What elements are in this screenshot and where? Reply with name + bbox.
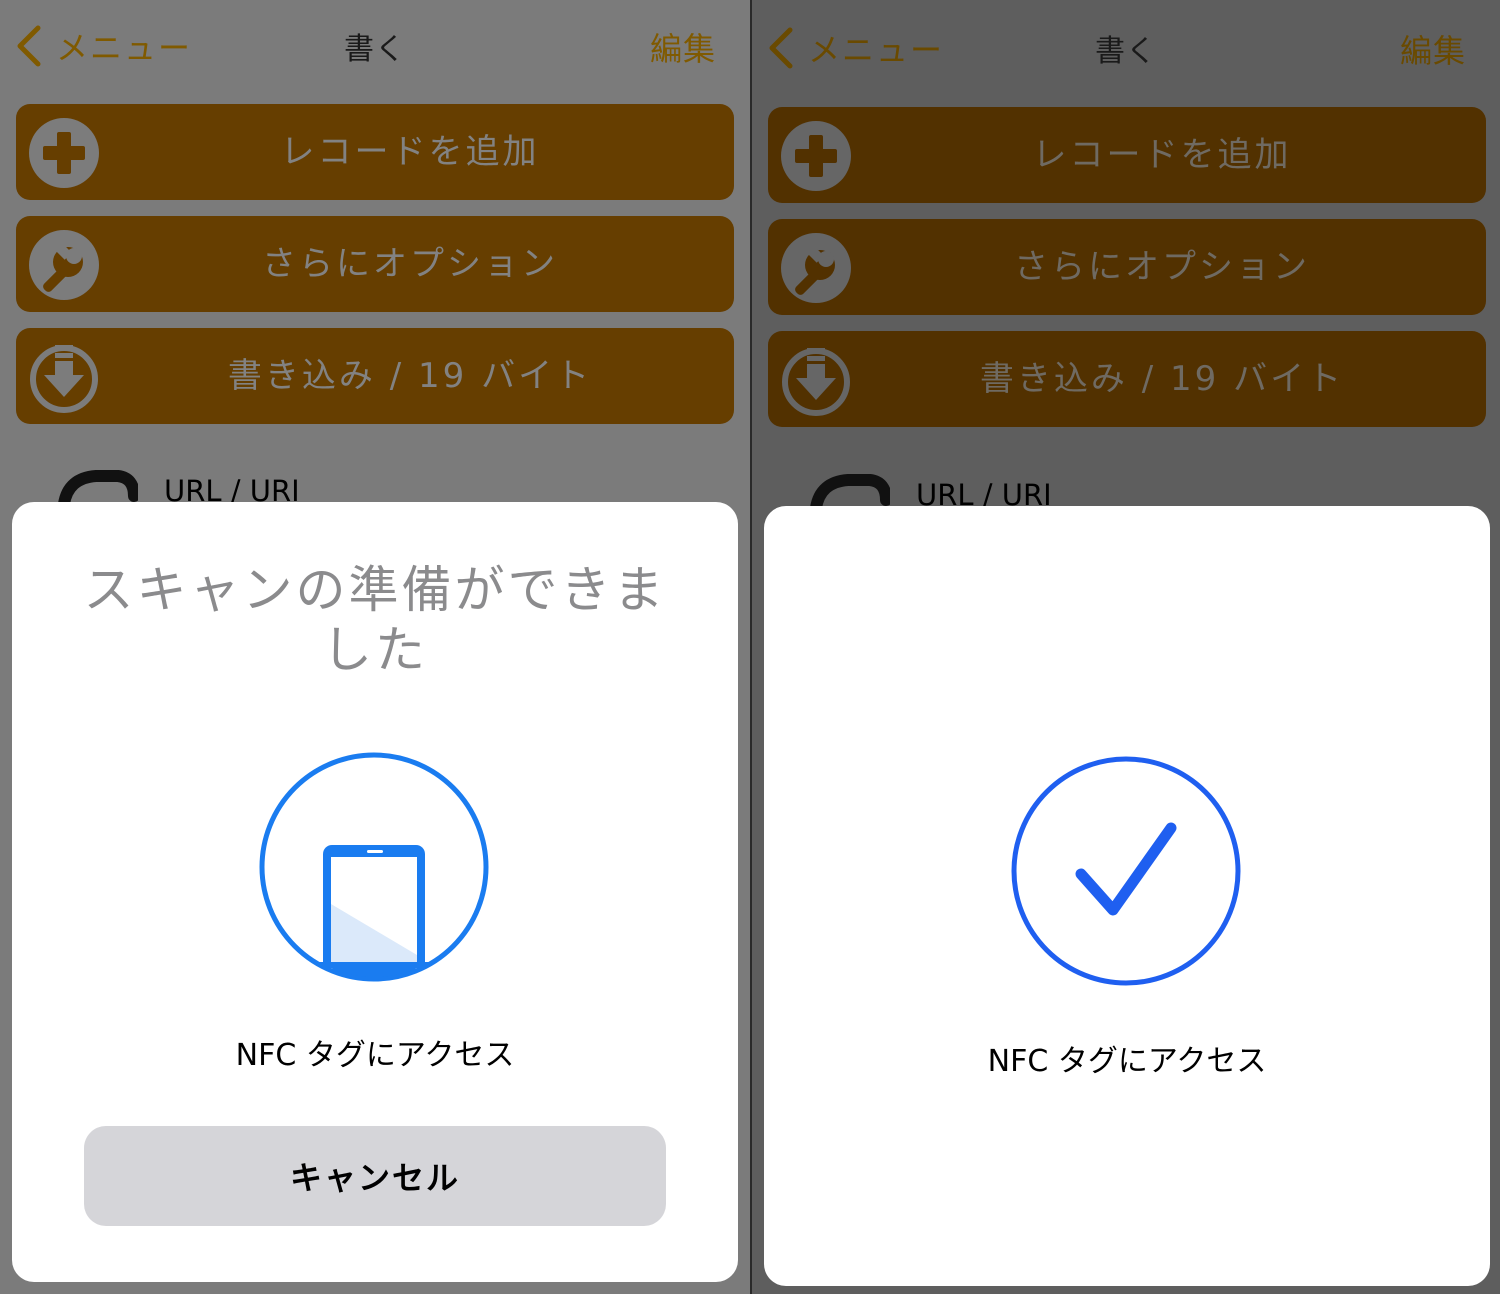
nfc-message: NFC タグにアクセス <box>987 1044 1267 1079</box>
phone-scan-icon <box>259 752 489 982</box>
add-record-button[interactable]: レコードを追加 <box>768 107 1486 203</box>
nfc-scan-sheet: スキャンの準備ができました NFC タグにアクセス キャンセル <box>12 502 738 1282</box>
edit-button[interactable]: 編集 <box>650 24 716 70</box>
more-options-button[interactable]: さらにオプション <box>16 216 734 312</box>
nfc-message: NFC タグにアクセス <box>235 1038 515 1073</box>
edit-button[interactable]: 編集 <box>1400 26 1466 72</box>
plus-circle-icon <box>29 118 99 188</box>
add-record-label: レコードを追加 <box>280 132 540 172</box>
more-options-label: さらにオプション <box>262 244 558 284</box>
nav-bar: メニュー 書く 編集 <box>752 2 1500 94</box>
checkmark-circle-icon <box>1011 756 1241 986</box>
add-record-label: レコードを追加 <box>1032 135 1292 175</box>
write-button[interactable]: 書き込み / 19 バイト <box>16 328 734 424</box>
more-options-label: さらにオプション <box>1014 247 1310 287</box>
write-label: 書き込み / 19 バイト <box>979 359 1345 399</box>
plus-circle-icon <box>781 121 851 191</box>
page-title: 書く <box>1095 34 1157 69</box>
nfc-done-sheet: NFC タグにアクセス <box>764 506 1490 1286</box>
wrench-icon <box>29 230 99 300</box>
cancel-button[interactable]: キャンセル <box>84 1126 666 1226</box>
nav-bar: メニュー 書く 編集 <box>0 0 750 92</box>
write-label: 書き込み / 19 バイト <box>227 356 593 396</box>
sheet-title: スキャンの準備ができました <box>83 561 667 679</box>
more-options-button[interactable]: さらにオプション <box>768 219 1486 315</box>
screen-scan-complete: メニュー 書く 編集 レコードを追加 さらにオプション 書き込み / 19 バイ… <box>752 0 1500 1294</box>
write-button[interactable]: 書き込み / 19 バイト <box>768 331 1486 427</box>
download-icon <box>30 345 98 413</box>
screen-ready-to-scan: メニュー 書く 編集 レコードを追加 さらにオプション 書き込み / 19 バイ… <box>0 0 750 1294</box>
page-title: 書く <box>344 32 406 67</box>
wrench-icon <box>781 233 851 303</box>
add-record-button[interactable]: レコードを追加 <box>16 104 734 200</box>
download-icon <box>782 348 850 416</box>
